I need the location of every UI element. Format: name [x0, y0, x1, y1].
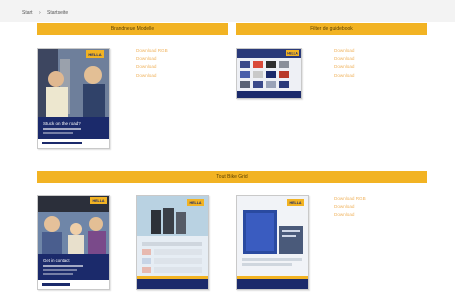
brand-badge: HELLA — [190, 201, 202, 205]
brochure-image: HELLA Get in contact — [38, 196, 109, 289]
download-link[interactable]: Download RGB — [136, 47, 168, 55]
download-link[interactable]: Download — [136, 55, 168, 63]
download-link[interactable]: Download — [334, 63, 354, 71]
download-link[interactable]: Download — [334, 47, 354, 55]
brochure-image: HELLA — [237, 49, 301, 98]
download-link[interactable]: Download RGB — [334, 195, 366, 203]
brochure-thumbnail-2[interactable]: HELLA — [236, 48, 302, 99]
brochure-image: HELLA — [237, 196, 308, 289]
download-link[interactable]: Download — [334, 72, 354, 80]
download-link[interactable]: Download — [334, 211, 366, 219]
section-title: Filter de guidebook — [310, 26, 353, 32]
download-link[interactable]: Download — [334, 55, 354, 63]
thumbnail-caption: Stuck on the road? — [43, 121, 81, 126]
section-title: Tout Bike Grid — [216, 174, 248, 180]
brand-badge: HELLA — [88, 52, 101, 57]
download-list-1: Download RGB Download Download Download — [136, 47, 168, 80]
brochure-thumbnail-5[interactable]: HELLA — [236, 195, 309, 290]
download-list-3: Download RGB Download Download — [334, 195, 366, 220]
breadcrumb-home[interactable]: Start — [22, 10, 33, 16]
brand-badge: HELLA — [287, 52, 298, 56]
section-header-2: Filter de guidebook — [236, 23, 427, 35]
brochure-image: HELLA — [137, 196, 208, 289]
brochure-thumbnail-4[interactable]: HELLA — [136, 195, 209, 290]
brand-badge: HELLA — [93, 199, 105, 203]
download-link[interactable]: Download — [136, 72, 168, 80]
section-header-3: Tout Bike Grid — [37, 171, 427, 183]
breadcrumb-separator: › — [38, 10, 41, 16]
breadcrumb: Start › Startseite — [22, 10, 73, 16]
download-list-2: Download Download Download Download — [334, 47, 354, 80]
top-bar: Start › Startseite — [0, 0, 455, 22]
brand-badge: HELLA — [290, 201, 302, 205]
brochure-image: HELLA Stuck on the road? — [38, 49, 109, 148]
breadcrumb-current[interactable]: Startseite — [47, 10, 68, 16]
download-link[interactable]: Download — [136, 63, 168, 71]
thumbnail-caption: Get in contact — [43, 258, 70, 263]
brochure-thumbnail-1[interactable]: HELLA Stuck on the road? — [37, 48, 110, 149]
brochure-thumbnail-3[interactable]: HELLA Get in contact — [37, 195, 110, 290]
download-link[interactable]: Download — [334, 203, 366, 211]
section-header-1: Brandneue Modelle — [37, 23, 228, 35]
section-title: Brandneue Modelle — [110, 26, 155, 32]
